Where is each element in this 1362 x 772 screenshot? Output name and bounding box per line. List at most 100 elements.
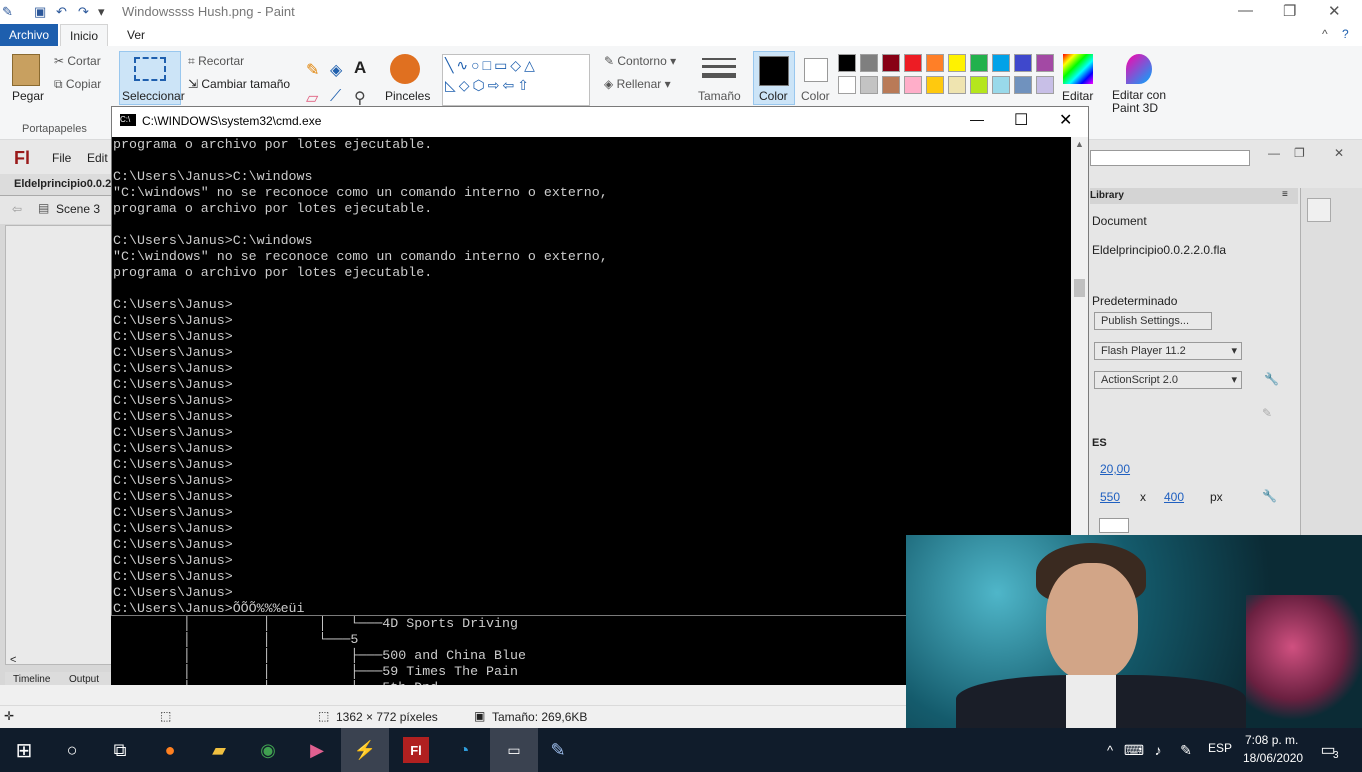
undo-icon[interactable]: ↶ (56, 4, 67, 20)
flash-taskbar-icon[interactable]: Fl (403, 737, 429, 763)
palette-swatch[interactable] (1036, 54, 1054, 72)
magnifier-icon[interactable]: ⚲ (354, 88, 366, 108)
maximize-button[interactable]: ❐ (1283, 2, 1296, 20)
palette-swatch[interactable] (838, 76, 856, 94)
scroll-left-icon[interactable]: < (10, 654, 16, 666)
palette-swatch[interactable] (948, 76, 966, 94)
pen-icon[interactable]: ✎ (1170, 734, 1202, 766)
chrome-icon[interactable]: ◉ (252, 734, 284, 766)
library-tab[interactable]: Library (1090, 190, 1124, 201)
customize-quick-access-icon[interactable]: ▾ (98, 4, 105, 20)
outline-dropdown[interactable]: ✎ Contorno ▾ (604, 54, 676, 68)
cmd-maximize-button[interactable]: ☐ (1014, 110, 1028, 130)
redo-icon[interactable]: ↷ (78, 4, 89, 20)
palette-swatch[interactable] (992, 54, 1010, 72)
palette-swatch[interactable] (1014, 76, 1032, 94)
scroll-up-icon[interactable]: ▲ (1075, 139, 1084, 149)
flash-menu-file[interactable]: File (52, 151, 71, 165)
clock-date[interactable]: 18/06/2020 (1243, 751, 1303, 765)
size-button[interactable]: Tamaño (698, 89, 741, 103)
flash-menu-edit[interactable]: Edit (87, 151, 108, 165)
cmd-taskbar-icon[interactable]: ▭ (490, 728, 538, 772)
panel-restore-button[interactable]: ❐ (1294, 146, 1305, 160)
close-button[interactable]: ✕ (1328, 2, 1341, 20)
select-button[interactable]: Seleccionar (119, 51, 185, 105)
help-icon[interactable]: ? (1342, 27, 1349, 41)
color2-swatch[interactable] (804, 58, 828, 82)
flash-search-field[interactable] (1090, 150, 1250, 166)
color1-button[interactable]: Color (753, 51, 795, 105)
player-dropdown[interactable]: Flash Player 11.2 ▾ (1094, 342, 1242, 360)
cmd-minimize-button[interactable]: — (970, 111, 984, 127)
fill-bucket-icon[interactable]: ◈ (330, 60, 342, 80)
palette-swatch[interactable] (860, 54, 878, 72)
palette-swatch[interactable] (970, 54, 988, 72)
notification-icon[interactable]: ▭ (1312, 734, 1344, 766)
fill-dropdown[interactable]: ◈ Rellenar ▾ (604, 77, 671, 91)
clock-time[interactable]: 7:08 p. m. (1245, 733, 1298, 747)
panel-minimize-button[interactable]: — (1268, 146, 1280, 160)
stage-color-swatch[interactable] (1099, 518, 1129, 533)
palette-swatch[interactable] (904, 76, 922, 94)
paint-taskbar-icon[interactable]: ✎ (542, 734, 574, 766)
palette-swatch[interactable] (970, 76, 988, 94)
cmd-close-button[interactable]: ✕ (1059, 110, 1072, 130)
file-explorer-icon[interactable]: ▰ (203, 734, 235, 766)
size-wrench-icon[interactable]: 🔧 (1262, 489, 1277, 503)
scroll-thumb[interactable] (1074, 279, 1085, 297)
task-view-icon[interactable]: ⧉ (104, 734, 136, 766)
paste-button[interactable]: Pegar (12, 89, 44, 103)
text-tool-icon[interactable]: A (354, 58, 366, 78)
shapes-gallery[interactable]: ╲∿○□▭◇△ ◺◇⬡⇨⇦⇧ (442, 54, 590, 106)
align-panel-icon[interactable] (1307, 198, 1331, 222)
paste-icon[interactable] (12, 54, 40, 86)
edit-colors-icon[interactable] (1063, 54, 1093, 84)
panel-close-button[interactable]: ✕ (1334, 146, 1344, 160)
publish-settings-button[interactable]: Publish Settings... (1094, 312, 1212, 330)
minimize-button[interactable]: — (1238, 2, 1253, 19)
palette-swatch[interactable] (838, 54, 856, 72)
tab-timeline[interactable]: Timeline (13, 674, 50, 685)
copy-button[interactable]: ⧉ Copiar (54, 77, 101, 92)
palette-swatch[interactable] (1014, 54, 1032, 72)
tab-output[interactable]: Output (69, 674, 99, 685)
palette-swatch[interactable] (882, 76, 900, 94)
palette-swatch[interactable] (1036, 76, 1054, 94)
flash-doc-tab[interactable]: Eldelprincipio0.0.2 (0, 174, 112, 196)
firefox-icon[interactable]: ● (154, 734, 186, 766)
palette-swatch[interactable] (992, 76, 1010, 94)
panel-menu-icon[interactable]: ≡ (1282, 189, 1288, 200)
collapse-ribbon-icon[interactable]: ^ (1322, 27, 1328, 41)
palette-swatch[interactable] (882, 54, 900, 72)
wrench-icon[interactable]: 🔧 (1264, 372, 1279, 386)
palette-swatch[interactable] (926, 76, 944, 94)
start-button-icon[interactable]: ⊞ (8, 734, 40, 766)
color-picker-icon[interactable]: ⟋ (330, 88, 341, 106)
brushes-icon[interactable] (390, 54, 420, 84)
brushes-button[interactable]: Pinceles (385, 89, 430, 103)
palette-swatch[interactable] (948, 54, 966, 72)
back-arrow-icon[interactable]: ⇦ (12, 202, 22, 216)
edit-pencil-icon[interactable]: ✎ (1262, 406, 1272, 420)
pencil-icon[interactable]: ✎ (306, 60, 319, 80)
resize-button[interactable]: ⇲ Cambiar tamaño (188, 77, 290, 91)
script-dropdown[interactable]: ActionScript 2.0 ▾ (1094, 371, 1242, 389)
size-icon[interactable] (702, 56, 736, 82)
palette-swatch[interactable] (860, 76, 878, 94)
paint-app-icon[interactable]: ✎ (2, 4, 13, 20)
taskbar-app-active[interactable]: ⚡ (341, 728, 389, 772)
tab-ver[interactable]: Ver (118, 24, 154, 46)
palette-swatch[interactable] (904, 54, 922, 72)
stage-height[interactable]: 400 (1164, 490, 1184, 504)
tab-archivo[interactable]: Archivo (0, 24, 59, 46)
paint3d-button[interactable]: Editar con Paint 3D (1112, 89, 1172, 115)
eraser-icon[interactable]: ▱ (306, 88, 318, 108)
search-icon[interactable]: ○ (56, 734, 88, 766)
edit-colors-button[interactable]: Editar (1062, 89, 1093, 103)
crop-button[interactable]: ⌗ Recortar (188, 54, 244, 69)
fps-value[interactable]: 20,00 (1100, 462, 1130, 476)
cut-button[interactable]: ✂ Cortar (54, 54, 101, 68)
language-indicator[interactable]: ESP (1208, 741, 1232, 755)
palette-swatch[interactable] (926, 54, 944, 72)
stage-width[interactable]: 550 (1100, 490, 1120, 504)
